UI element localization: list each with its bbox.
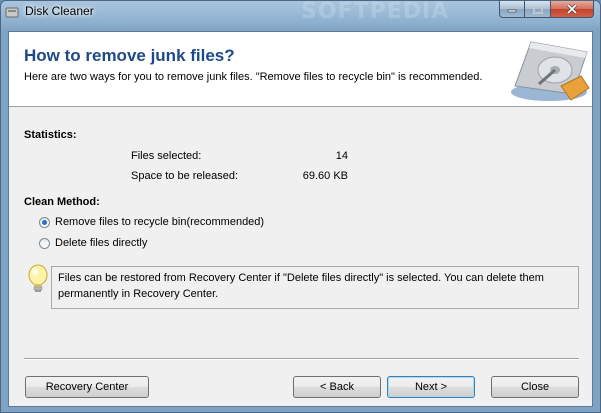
space-released-value: 69.60 KB [302,170,348,182]
maximize-button[interactable] [525,1,551,18]
close-window-button[interactable] [551,1,594,18]
page-subtitle: Here are two ways for you to remove junk… [24,71,483,83]
disk-cleaner-window: Disk Cleaner SOFTPEDIA How to remove jun… [0,0,601,413]
close-button[interactable]: Close [491,376,579,398]
divider [24,358,579,360]
back-button[interactable]: < Back [293,376,381,398]
info-message: Files can be restored from Recovery Cent… [51,266,579,309]
delete-directly-radio[interactable] [39,237,50,249]
delete-directly-option-label: Delete files directly [55,237,148,249]
hard-disk-icon [511,41,590,101]
recycle-bin-option[interactable]: Remove files to recycle bin(recommended) [39,216,264,228]
recycle-bin-option-label: Remove files to recycle bin(recommended) [55,216,265,228]
app-icon [5,7,19,18]
recycle-bin-radio[interactable] [39,216,50,228]
space-released-label: Space to be released: [131,170,239,182]
caption-buttons [499,1,594,19]
recovery-center-button[interactable]: Recovery Center [25,376,149,398]
statistics-label: Statistics: [24,129,77,141]
wizard-header: How to remove junk files? Here are two w… [9,32,592,107]
maximize-icon [532,4,543,14]
lightbulb-icon [28,264,48,292]
clean-method-label: Clean Method: [24,196,100,208]
next-button[interactable]: Next > [387,376,475,398]
delete-directly-option[interactable]: Delete files directly [39,237,147,249]
minimize-button[interactable] [499,1,525,18]
close-icon [566,4,578,14]
window-title: Disk Cleaner [25,4,94,18]
wizard-client-area: How to remove junk files? Here are two w… [8,31,593,407]
watermark-text: SOFTPEDIA [301,0,450,24]
minimize-icon [507,9,517,13]
files-selected-value: 14 [335,150,348,162]
page-title: How to remove junk files? [24,46,235,65]
files-selected-label: Files selected: [131,150,202,162]
title-bar[interactable]: Disk Cleaner SOFTPEDIA [1,0,600,24]
